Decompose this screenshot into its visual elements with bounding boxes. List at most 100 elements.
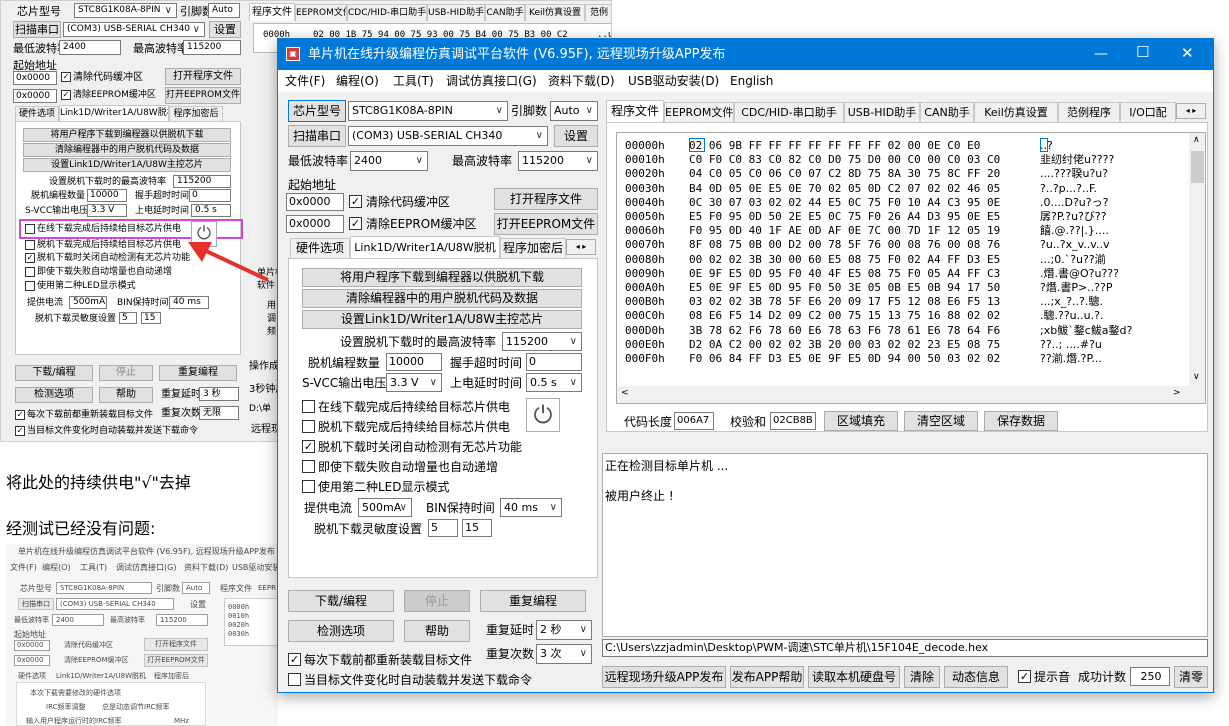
bg-addr2-input[interactable]: 0x0000 (13, 89, 57, 103)
repeat-delay-select[interactable]: 2 秒 ∨ (536, 620, 592, 640)
thumb-menu-prog[interactable]: 编程(O) (42, 564, 71, 572)
thumb-tab-hardware[interactable]: 硬件选项 (18, 673, 46, 680)
bg-max-baud-offline-select[interactable]: 115200 (173, 175, 231, 188)
sensitivity-input-2[interactable]: 15 (462, 519, 492, 537)
start-address-input[interactable]: 0x0000 (286, 193, 344, 211)
bg-opt1-checkbox[interactable] (25, 224, 35, 234)
hex-view[interactable]: 00000h 02 06 9B FF FF FF FF FF FF FF 02 0… (616, 132, 1206, 404)
bg-tab-usbhid[interactable]: USB-HID助手 (427, 4, 485, 21)
bg-opt4-checkbox[interactable] (25, 267, 35, 277)
menu-english[interactable]: English (730, 75, 773, 87)
bg-sens1-input[interactable]: 5 (119, 312, 137, 324)
tab-examples[interactable]: 范例程序 (1058, 102, 1120, 122)
fill-area-button[interactable]: 区域填充 (824, 411, 898, 431)
app-help-button[interactable]: 发布APP帮助 (730, 666, 804, 688)
open-eeprom-button[interactable]: 打开EEPROM文件 (494, 213, 598, 235)
led-mode-checkbox[interactable] (302, 480, 315, 493)
bg-tab-can[interactable]: CAN助手 (485, 4, 525, 21)
thumb-menu-usb[interactable]: USB驱动安装 (232, 564, 278, 572)
scroll-left-icon[interactable]: < (621, 389, 629, 398)
bg-tab-link1d[interactable]: Link1D/Writer1A/U8W脱机 (59, 105, 169, 121)
thumb-addr1-input[interactable]: 0x0000 (14, 640, 50, 651)
settings-button[interactable]: 设置 (554, 125, 598, 147)
bg-sens2-input[interactable]: 15 (141, 312, 161, 324)
log-area[interactable]: 正在检测目标单片机 ... 被用户终止 ! (602, 453, 1208, 637)
beep-checkbox[interactable]: ✓ (1018, 670, 1031, 683)
offline-power-checkbox[interactable] (302, 420, 315, 433)
bg-max-baud-select[interactable]: 115200 (183, 40, 241, 55)
tab-can[interactable]: CAN助手 (920, 102, 974, 122)
max-baud-select[interactable]: 115200 ∨ (518, 151, 598, 171)
bg-binhold-select[interactable]: 40 ms (169, 296, 209, 309)
thumb-tab-link1d[interactable]: Link1D/Writer1A/U8W脱机 (56, 673, 146, 680)
bg-off-count-input[interactable]: 10000 (87, 189, 127, 202)
bg-stop-button[interactable]: 停止 (99, 365, 153, 381)
repeat-program-button[interactable]: 重复编程 (480, 590, 586, 612)
tab-cdc-hid[interactable]: CDC/HID-串口助手 (734, 102, 844, 122)
thumb-scan-port-button[interactable]: 扫描串口 (18, 598, 54, 610)
bg-svcc-select[interactable]: 3.3 V (87, 204, 127, 217)
download-program-button[interactable]: 下载/编程 (288, 590, 394, 612)
bg-timeout-input[interactable]: 0 (189, 189, 231, 202)
bg-port-select[interactable]: (COM3) USB-SERIAL CH340 ∨ (63, 22, 205, 37)
bg-help-button[interactable]: 帮助 (99, 387, 153, 403)
bg-pin-select[interactable]: Auto (208, 3, 240, 18)
tab-keil[interactable]: Keil仿真设置 (974, 102, 1058, 122)
tab-usb-hid[interactable]: USB-HID助手 (844, 102, 920, 122)
thumb-tab-prog[interactable]: 程序文件 (220, 585, 252, 593)
bg-check-button[interactable]: 检测选项 (15, 387, 93, 403)
reload-before-checkbox[interactable]: ✓ (288, 653, 301, 666)
bg-current-select[interactable]: 500mA (69, 296, 107, 309)
clear-offline-button[interactable]: 清除编程器中的用户脱机代码及数据 (302, 289, 582, 308)
bg-redelay-select[interactable]: 3 秒 (199, 387, 239, 401)
maximize-icon[interactable]: ☐ (1136, 45, 1149, 60)
reset-count-button[interactable]: 清零 (1174, 666, 1208, 688)
offline-count-input[interactable]: 10000 (386, 353, 442, 371)
bg-recount-select[interactable]: 无限 (199, 406, 239, 420)
bg-chip-select[interactable]: STC8G1K08A-8PIN ∨ (74, 3, 177, 18)
close-icon[interactable]: ✕ (1181, 46, 1194, 61)
bg-download-offline-button[interactable]: 将用户程序下载到编程器以供脱机下载 (23, 128, 231, 142)
increment-checkbox[interactable] (302, 460, 315, 473)
bg-settings-button[interactable]: 设置 (209, 21, 241, 38)
bin-hold-select[interactable]: 40 ms ∨ (500, 498, 562, 517)
thumb-tab-eep[interactable]: EEPR (258, 585, 276, 592)
pin-count-select[interactable]: Auto ∨ (550, 101, 598, 121)
help-button[interactable]: 帮助 (404, 620, 470, 642)
handshake-input[interactable]: 0 (526, 353, 582, 371)
thumb-port-select[interactable]: (COM3) USB-SERIAL CH340 (56, 598, 174, 610)
bg-autosend-checkbox[interactable]: ✓ (15, 426, 25, 436)
remote-app-button[interactable]: 远程现场升级APP发布 (602, 666, 726, 688)
tab-hardware-options[interactable]: 硬件选项 (290, 238, 350, 258)
eeprom-address-input[interactable]: 0x0000 (286, 215, 344, 233)
port-select[interactable]: (COM3) USB-SERIAL CH340 ∨ (348, 126, 548, 146)
thumb-menu-download[interactable]: 资料下载(D) (184, 564, 228, 572)
no-detect-checkbox[interactable]: ✓ (302, 440, 315, 453)
save-data-button[interactable]: 保存数据 (984, 411, 1058, 431)
menu-download[interactable]: 资料下载(D) (548, 75, 615, 87)
powerup-delay-select[interactable]: 0.5 s ∨ (526, 373, 582, 392)
bg-download-button[interactable]: 下载/编程 (15, 365, 93, 381)
scroll-down-icon[interactable]: ∨ (1193, 373, 1200, 382)
check-options-button[interactable]: 检测选项 (288, 620, 394, 642)
thumb-max-baud-select[interactable]: 115200 (156, 614, 208, 626)
bg-tab-prog[interactable]: 程序文件 (249, 3, 295, 21)
thumb-menu-debug[interactable]: 调试仿真接口(G) (116, 564, 176, 572)
menu-tools[interactable]: 工具(T) (393, 75, 434, 87)
thumb-min-baud-select[interactable]: 2400 (52, 614, 104, 626)
bg-reload-checkbox[interactable]: ✓ (15, 410, 25, 420)
thumb-chip-select[interactable]: STC8G1K08A-8PIN (56, 582, 152, 594)
power-icon[interactable]: ⏻ (526, 398, 560, 432)
svcc-select[interactable]: 3.3 V ∨ (386, 373, 442, 392)
thumb-pin-select[interactable]: Auto (182, 582, 210, 594)
vertical-scrollbar[interactable]: ∧ ∨ (1189, 133, 1205, 403)
bg-tab-keil[interactable]: Keil仿真设置 (525, 4, 585, 21)
thumb-settings[interactable]: 设置 (190, 601, 206, 609)
tab-program-file[interactable]: 程序文件 (606, 100, 664, 122)
bg-updelay-select[interactable]: 0.5 s (191, 204, 231, 217)
stop-button[interactable]: 停止 (404, 590, 470, 612)
bg-min-baud-select[interactable]: 2400 (59, 40, 121, 55)
title-bar[interactable]: ▣ 单片机在线升级编程仿真调试平台软件 (V6.95F), 远程现场升级APP发… (278, 39, 1213, 70)
bg-tab-eeprom[interactable]: EEPROM文件 (295, 4, 347, 21)
thumb-addr2-input[interactable]: 0x0000 (14, 655, 50, 666)
